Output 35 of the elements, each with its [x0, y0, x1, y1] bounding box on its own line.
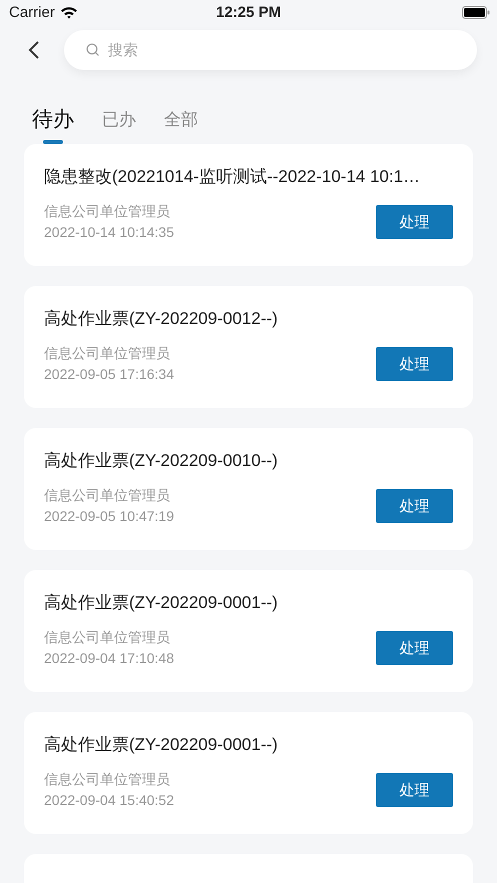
- task-card[interactable]: 高处作业票(ZY-202209-0012--) 信息公司单位管理员 2022-09-05 17:16:34 处理: [24, 286, 473, 408]
- process-button[interactable]: 处理: [376, 205, 453, 239]
- battery-icon: [462, 6, 490, 19]
- task-time: 2022-09-04 15:40:52: [44, 791, 174, 810]
- task-time: 2022-09-05 10:47:19: [44, 507, 174, 526]
- task-unit: 信息公司单位管理员: [44, 202, 171, 221]
- task-card[interactable]: 高处作业票(ZY-202209-0001--) 信息公司单位管理员 2022-09-04 15:40:52 处理: [24, 712, 473, 834]
- task-card[interactable]: 高处作业票(ZY-202209-0010--) 信息公司单位管理员 2022-09-05 10:47:19 处理: [24, 428, 473, 550]
- task-title: 高处作业票(ZY-202209-0001--): [44, 592, 279, 614]
- status-time: 12:25 PM: [216, 4, 282, 21]
- task-title: 隐患整改(20221014-监听测试--2022-10-14 10:1…: [44, 166, 422, 188]
- task-time: 2022-10-14 10:14:35: [44, 223, 174, 242]
- process-button[interactable]: 处理: [376, 347, 453, 381]
- process-button[interactable]: 处理: [376, 631, 453, 665]
- tab[interactable]: 待办: [32, 106, 74, 144]
- task-title: 高处作业票(ZY-202209-0012--): [44, 308, 279, 330]
- task-card[interactable]: 高处作业票(ZY-202209-0001--) 信息公司单位管理员 2022-09-04 17:10:48 处理: [24, 570, 473, 692]
- search-icon: [86, 43, 100, 57]
- task-title: 高处作业票(ZY-202209-0001--): [44, 734, 279, 756]
- wifi-icon: [60, 6, 78, 19]
- task-time: 2022-09-05 17:16:34: [44, 365, 174, 384]
- search-field[interactable]: 搜索: [64, 30, 477, 70]
- carrier-label: Carrier: [9, 4, 55, 21]
- task-unit: 信息公司单位管理员: [44, 344, 171, 363]
- task-unit: 信息公司单位管理员: [44, 628, 171, 647]
- process-button[interactable]: 处理: [376, 489, 453, 523]
- task-unit: 信息公司单位管理员: [44, 770, 171, 789]
- task-card[interactable]: 隐患整改(20221014-监听测试--2022-10-14 10:1… 信息公司单位管理员 2022-10-14 10:14:35 处理: [24, 144, 473, 266]
- process-button[interactable]: 处理: [376, 773, 453, 807]
- task-time: 2022-09-04 17:10:48: [44, 649, 174, 668]
- back-icon[interactable]: [28, 41, 40, 59]
- tab[interactable]: 全部: [164, 106, 198, 144]
- task-title: 高处作业票(ZY-202209-0010--): [44, 450, 279, 472]
- task-unit: 信息公司单位管理员: [44, 486, 171, 505]
- tab[interactable]: 已办: [102, 106, 136, 144]
